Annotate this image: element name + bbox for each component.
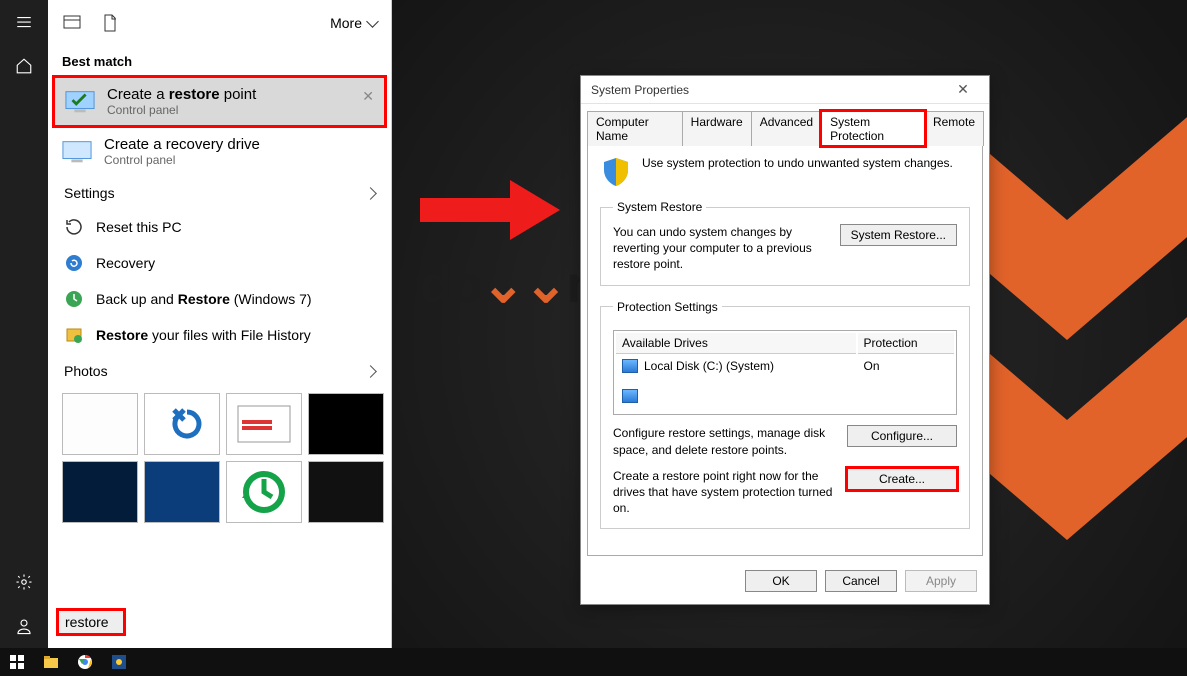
apps-icon[interactable]: [62, 13, 82, 33]
more-label: More: [330, 15, 362, 31]
intro-text: Use system protection to undo unwanted s…: [642, 156, 953, 170]
photo-thumb[interactable]: [62, 461, 138, 523]
tab-advanced[interactable]: Advanced: [751, 111, 822, 146]
settings-reset-pc[interactable]: Reset this PC: [48, 209, 391, 245]
category-photos[interactable]: Photos: [48, 353, 391, 387]
col-protection: Protection: [858, 333, 954, 354]
annotation-arrow: [420, 180, 560, 245]
photo-thumb[interactable]: [144, 461, 220, 523]
photo-thumb[interactable]: [226, 461, 302, 523]
chevron-right-icon: [366, 363, 375, 379]
create-button[interactable]: Create...: [847, 468, 957, 490]
hamburger-icon[interactable]: [0, 0, 48, 44]
file-history-icon: [64, 325, 84, 345]
result-subtitle: Control panel: [104, 153, 260, 167]
result-title: Create a recovery drive: [104, 136, 260, 153]
dialog-titlebar[interactable]: System Properties ✕: [581, 76, 989, 104]
photo-thumb[interactable]: [226, 393, 302, 455]
dialog-footer: OK Cancel Apply: [581, 562, 989, 604]
close-icon[interactable]: ✕: [943, 81, 983, 98]
tab-hardware[interactable]: Hardware: [682, 111, 752, 146]
category-label: Settings: [64, 185, 115, 201]
photo-thumb[interactable]: [308, 461, 384, 523]
recovery-icon: [64, 253, 84, 273]
photo-thumb[interactable]: [144, 393, 220, 455]
settings-file-history[interactable]: Restore your files with File History: [48, 317, 391, 353]
chrome-icon[interactable]: [68, 648, 102, 676]
start-button[interactable]: [0, 648, 34, 676]
search-box-area: restore: [48, 598, 391, 648]
section-best-match: Best match: [48, 46, 391, 75]
system-properties-dialog: System Properties ✕ Computer Name Hardwa…: [580, 75, 990, 605]
more-dropdown[interactable]: More: [330, 15, 377, 31]
monitor-icon: [65, 87, 95, 117]
item-label: Reset this PC: [96, 219, 182, 235]
user-icon[interactable]: [0, 604, 48, 648]
settings-backup-restore[interactable]: Back up and Restore (Windows 7): [48, 281, 391, 317]
dialog-title: System Properties: [587, 83, 943, 97]
col-drives: Available Drives: [616, 333, 856, 354]
search-input[interactable]: restore: [56, 608, 126, 636]
tab-remote[interactable]: Remote: [924, 111, 984, 146]
apply-button: Apply: [905, 570, 977, 592]
home-icon[interactable]: [0, 44, 48, 88]
create-text: Create a restore point right now for the…: [613, 468, 837, 517]
result-title: Create a restore point: [107, 86, 256, 103]
configure-text: Configure restore settings, manage disk …: [613, 425, 837, 457]
app-icon[interactable]: [102, 648, 136, 676]
group-legend: Protection Settings: [613, 300, 722, 314]
photo-thumbnails: [48, 387, 391, 529]
photo-thumb[interactable]: [62, 393, 138, 455]
drive-table: Available Drives Protection Local Disk (…: [613, 330, 957, 416]
category-label: Photos: [64, 363, 108, 379]
start-rail: [0, 0, 48, 648]
chevron-right-icon: [366, 185, 375, 201]
backup-icon: [64, 289, 84, 309]
start-search-panel: More Best match Create a restore point C…: [48, 0, 392, 648]
configure-button[interactable]: Configure...: [847, 425, 957, 447]
tab-computer-name[interactable]: Computer Name: [587, 111, 683, 146]
settings-recovery[interactable]: Recovery: [48, 245, 391, 281]
search-panel-header: More: [48, 0, 391, 46]
gear-icon[interactable]: [0, 560, 48, 604]
result-create-restore-point[interactable]: Create a restore point Control panel ✕: [52, 75, 387, 128]
shield-icon: [600, 156, 632, 188]
ok-button[interactable]: OK: [745, 570, 817, 592]
photo-thumb[interactable]: [308, 393, 384, 455]
dialog-body: Use system protection to undo unwanted s…: [587, 145, 983, 556]
result-subtitle: Control panel: [107, 103, 256, 117]
cancel-button[interactable]: Cancel: [825, 570, 897, 592]
group-legend: System Restore: [613, 200, 706, 214]
chevron-down-icon: [368, 15, 377, 31]
result-create-recovery-drive[interactable]: Create a recovery drive Control panel: [52, 128, 387, 175]
taskbar: [0, 648, 1187, 676]
item-label: Recovery: [96, 255, 155, 271]
history-icon: [64, 217, 84, 237]
group-protection-settings: Protection Settings Available Drives Pro…: [600, 300, 970, 530]
restore-text: You can undo system changes by reverting…: [613, 224, 830, 273]
table-row[interactable]: Local Disk (C:) (System) On: [616, 356, 954, 377]
item-label: Restore your files with File History: [96, 327, 311, 343]
drive-name: Local Disk (C:) (System): [616, 356, 856, 377]
monitor-icon: [62, 137, 92, 167]
drive-status: On: [858, 356, 954, 377]
document-icon[interactable]: [100, 13, 120, 33]
system-restore-button[interactable]: System Restore...: [840, 224, 957, 246]
item-label: Back up and Restore (Windows 7): [96, 291, 312, 307]
close-icon[interactable]: ✕: [362, 88, 374, 105]
file-explorer-icon[interactable]: [34, 648, 68, 676]
group-system-restore: System Restore You can undo system chang…: [600, 200, 970, 286]
tab-system-protection[interactable]: System Protection: [821, 111, 925, 146]
category-settings[interactable]: Settings: [48, 175, 391, 209]
dialog-tabs: Computer Name Hardware Advanced System P…: [581, 104, 989, 145]
